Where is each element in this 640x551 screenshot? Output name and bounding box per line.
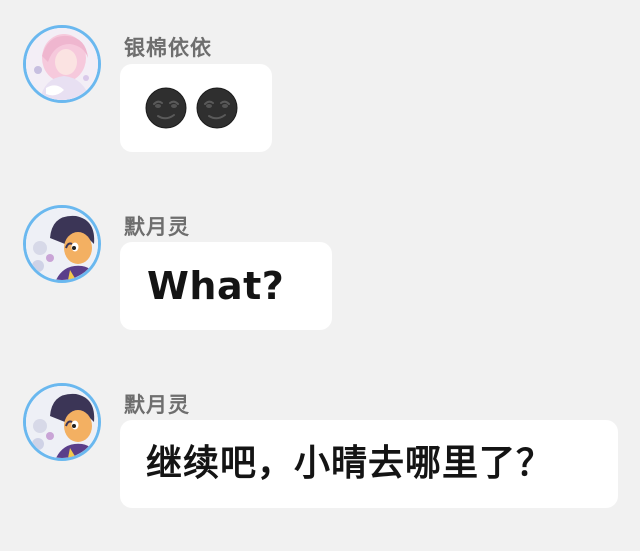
message-text: What?: [147, 264, 285, 308]
sender-name: 默月灵: [124, 393, 190, 417]
anime-boy-avatar-icon: [26, 208, 98, 280]
new-moon-face-emoji-icon: [196, 87, 238, 129]
new-moon-face-emoji-icon: [145, 87, 187, 129]
message-bubble[interactable]: [120, 64, 272, 152]
chat-message-list: 银棉依依 默月灵 What? 默月灵 继续吧，小晴去哪里了？: [0, 0, 640, 551]
message-bubble[interactable]: 继续吧，小晴去哪里了？: [120, 420, 618, 508]
message-text: 继续吧，小晴去哪里了？: [146, 443, 554, 484]
message-bubble[interactable]: What?: [120, 242, 332, 330]
anime-boy-avatar-icon: [26, 386, 98, 458]
sender-avatar[interactable]: [23, 383, 101, 461]
sender-avatar[interactable]: [23, 25, 101, 103]
sender-avatar[interactable]: [23, 205, 101, 283]
sender-name: 默月灵: [124, 215, 190, 239]
anime-girl-avatar-icon: [26, 28, 98, 100]
sender-name: 银棉依依: [124, 36, 212, 60]
